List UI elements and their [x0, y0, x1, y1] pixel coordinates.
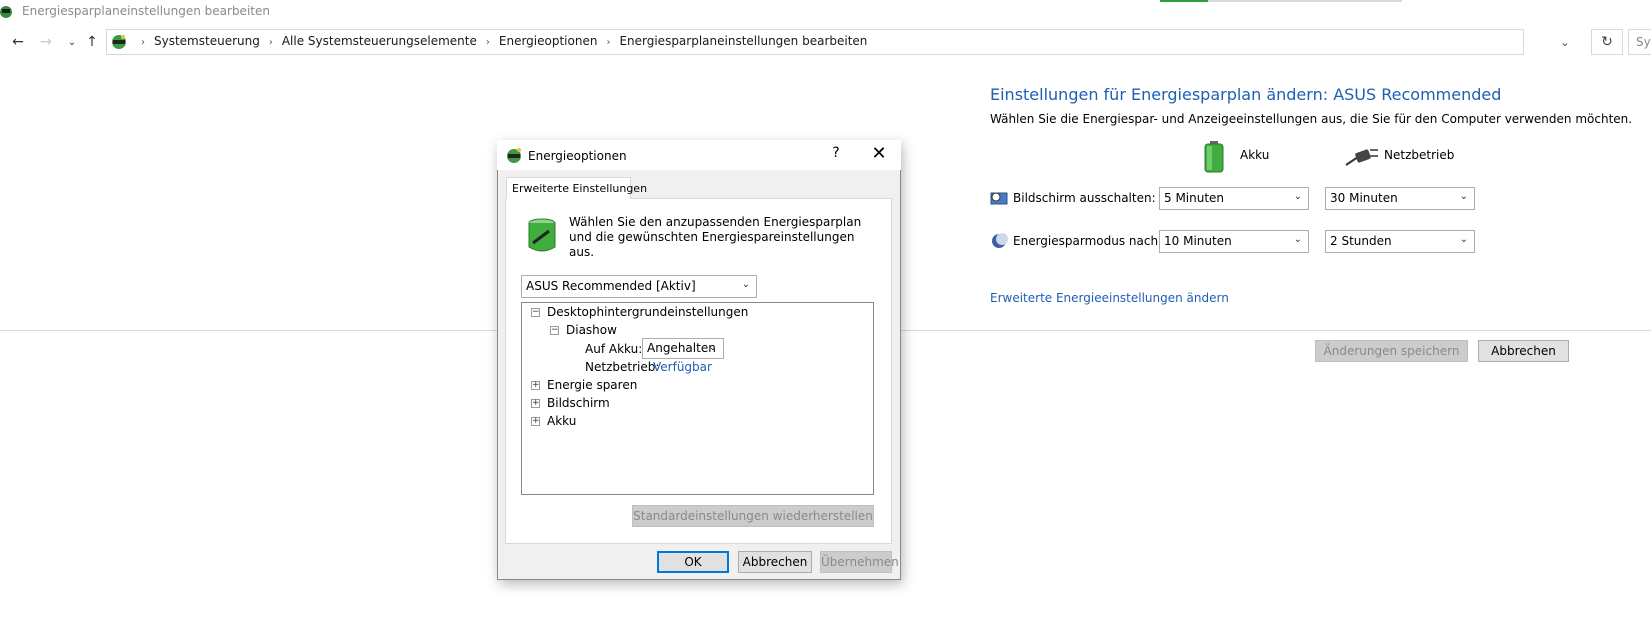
collapse-icon[interactable]: −: [531, 308, 540, 317]
back-button[interactable]: ←: [8, 32, 28, 52]
expand-icon[interactable]: +: [531, 381, 540, 390]
column-header-akku: Akku: [1240, 148, 1270, 162]
cancel-button[interactable]: Abbrechen: [1478, 340, 1569, 362]
netzbetrieb-value-link[interactable]: Verfügbar: [653, 360, 712, 374]
refresh-button[interactable]: ↻: [1591, 29, 1623, 55]
plan-select[interactable]: ASUS Recommended [Aktiv] ⌄: [521, 275, 757, 298]
chevron-down-icon: ⌄: [1459, 234, 1468, 245]
recent-locations-button[interactable]: ⌄: [62, 32, 82, 52]
plan-heading: Einstellungen für Energiesparplan ändern…: [990, 85, 1502, 104]
restore-defaults-button[interactable]: Standardeinstellungen wiederherstellen: [632, 505, 874, 527]
chevron-down-icon: ⌄: [1459, 191, 1468, 202]
advanced-settings-link[interactable]: Erweiterte Energieeinstellungen ändern: [990, 291, 1229, 305]
save-changes-button[interactable]: Änderungen speichern: [1315, 340, 1468, 362]
power-plug-icon: [1345, 149, 1378, 166]
power-options-icon: [0, 6, 12, 18]
breadcrumb-systemsteuerung[interactable]: Systemsteuerung: [154, 34, 260, 48]
screen-off-label: Bildschirm ausschalten:: [1013, 191, 1156, 205]
tree-label-netzbetrieb: Netzbetrieb:: [585, 360, 660, 374]
tree-node-desktop-background[interactable]: Desktophintergrundeinstellungen: [547, 305, 748, 319]
tree-node-diashow[interactable]: Diashow: [566, 323, 617, 337]
taskbar-accent: [1160, 0, 1208, 2]
breadcrumb-energieoptionen[interactable]: Energieoptionen: [499, 34, 598, 48]
plan-description: Wählen Sie die Energiespar- und Anzeigee…: [990, 112, 1633, 126]
chevron-right-icon: ›: [268, 37, 273, 48]
taskbar-strip: [1208, 0, 1402, 2]
chevron-right-icon: ›: [485, 37, 490, 48]
up-button[interactable]: ↑: [82, 32, 102, 52]
dialog-description: Wählen Sie den anzupassenden Energiespar…: [569, 215, 862, 259]
expand-icon[interactable]: +: [531, 399, 540, 408]
power-options-icon: [507, 148, 521, 163]
control-panel-icon: [112, 35, 126, 49]
tree-node-bildschirm[interactable]: Bildschirm: [547, 396, 610, 410]
chevron-right-icon: ›: [141, 37, 145, 48]
apply-button[interactable]: Übernehmen: [820, 551, 899, 573]
battery-icon: [1204, 141, 1224, 173]
dialog-title: Energieoptionen: [528, 149, 627, 163]
address-history-button[interactable]: ⌄: [1556, 33, 1574, 51]
tree-label-auf-akku: Auf Akku:: [585, 342, 643, 356]
arrow-right-icon: →: [40, 34, 52, 50]
tree-node-akku[interactable]: Akku: [547, 414, 576, 428]
expand-icon[interactable]: +: [531, 417, 540, 426]
sleep-ac-select[interactable]: 2 Stunden ⌄: [1325, 230, 1475, 253]
monitor-clock-icon: [990, 192, 1008, 205]
sleep-battery-value: 10 Minuten: [1164, 234, 1232, 248]
arrow-up-icon: ↑: [86, 34, 98, 50]
moon-icon: [992, 233, 1008, 248]
refresh-icon: ↻: [1601, 34, 1613, 50]
window-title: Energiesparplaneinstellungen bearbeiten: [22, 4, 270, 18]
tab-erweiterte-einstellungen[interactable]: Erweiterte Einstellungen: [506, 177, 647, 199]
sleep-ac-value: 2 Stunden: [1330, 234, 1392, 248]
screen-off-ac-select[interactable]: 30 Minuten ⌄: [1325, 187, 1475, 210]
screen-off-battery-value: 5 Minuten: [1164, 191, 1225, 205]
close-button[interactable]: ✕: [867, 143, 891, 167]
dialog-cancel-button[interactable]: Abbrechen: [738, 551, 812, 573]
chevron-down-icon: ⌄: [1293, 191, 1302, 202]
sleep-label: Energiesparmodus nach:: [1013, 234, 1163, 248]
chevron-down-icon: ⌄: [741, 279, 750, 290]
chevron-down-icon: ⌄: [708, 342, 717, 353]
chevron-down-icon: ⌄: [1560, 35, 1570, 49]
auf-akku-select[interactable]: Angehalten ⌄: [642, 338, 724, 359]
screen-off-ac-value: 30 Minuten: [1330, 191, 1398, 205]
search-input[interactable]: Sys: [1628, 29, 1651, 55]
help-button[interactable]: ?: [826, 145, 846, 165]
breadcrumb-current[interactable]: Energiesparplaneinstellungen bearbeiten: [619, 34, 867, 48]
breadcrumb: › Systemsteuerung › Alle Systemsteuerungsel…: [132, 34, 867, 48]
collapse-icon[interactable]: −: [550, 326, 559, 335]
auf-akku-value: Angehalten: [647, 341, 716, 355]
plan-select-value: ASUS Recommended [Aktiv]: [526, 279, 696, 293]
chevron-down-icon: ⌄: [1293, 234, 1302, 245]
arrow-left-icon: ←: [12, 34, 24, 50]
forward-button[interactable]: →: [36, 32, 56, 52]
chevron-down-icon: ⌄: [67, 36, 77, 48]
ok-button[interactable]: OK: [657, 551, 729, 573]
chevron-right-icon: ›: [606, 37, 611, 48]
screen-off-battery-select[interactable]: 5 Minuten ⌄: [1159, 187, 1309, 210]
tree-node-energie-sparen[interactable]: Energie sparen: [547, 378, 637, 392]
sleep-battery-select[interactable]: 10 Minuten ⌄: [1159, 230, 1309, 253]
battery-plug-icon: [528, 218, 556, 252]
column-header-netzbetrieb: Netzbetrieb: [1384, 148, 1455, 162]
breadcrumb-alle-elemente[interactable]: Alle Systemsteuerungselemente: [282, 34, 477, 48]
